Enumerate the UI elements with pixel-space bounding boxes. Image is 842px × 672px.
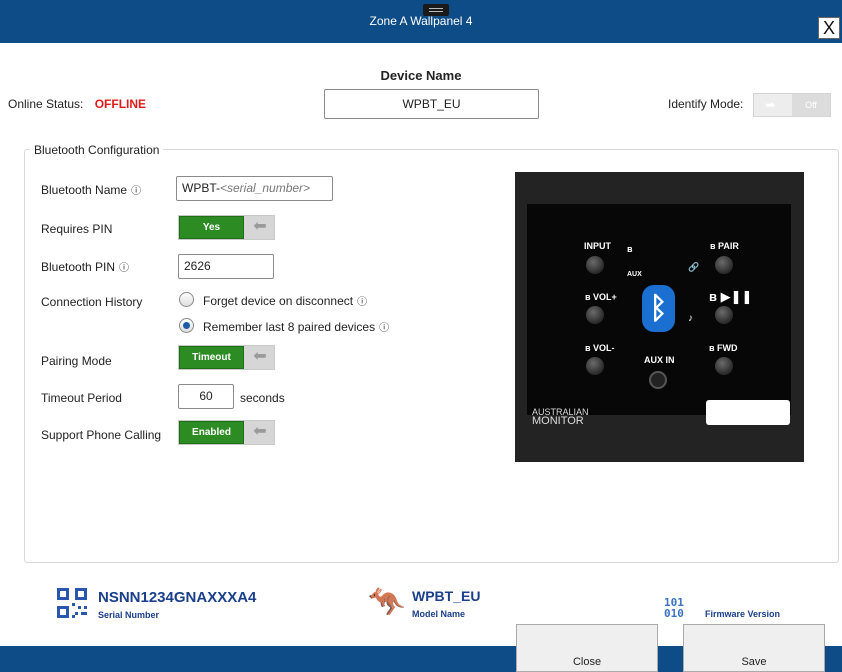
connection-history-label: Connection History (41, 295, 143, 309)
model-name-label: Model Name (412, 609, 466, 619)
save-button[interactable]: Save (683, 624, 825, 672)
remember-devices-label: Remember last 8 paired devices (203, 320, 376, 334)
requires-pin-value: Yes (179, 216, 244, 239)
aux-in-label: AUX IN (644, 355, 675, 365)
timeout-period-field[interactable]: 60 (178, 384, 234, 409)
close-button-label: Close (572, 656, 602, 668)
device-name-input[interactable]: WPBT_EU (324, 89, 539, 119)
bluetooth-name-label-text: Bluetooth Name (41, 183, 128, 197)
firmware-version-label: Firmware Version (705, 609, 781, 619)
input-knob (586, 256, 604, 274)
bluetooth-name-field[interactable]: WPBT-<serial_number> (176, 176, 333, 201)
aux-label: AUX (627, 271, 642, 278)
close-button[interactable]: Close (516, 624, 658, 672)
vol-minus-knob (586, 357, 604, 375)
vol-plus-label-text: VOL+ (593, 292, 617, 302)
play-pause-knob (715, 306, 733, 324)
save-button-label: Save (741, 656, 767, 668)
phone-calling-label: Support Phone Calling (41, 428, 162, 442)
bluetooth-pin-label-text: Bluetooth PIN (41, 260, 116, 274)
phone-calling-toggle[interactable]: Enabled ⬅ (178, 420, 275, 445)
online-status: Online Status: OFFLINE (8, 97, 146, 111)
brand-logo: AUSTRALIAN MONITOR (532, 408, 589, 427)
radio-forget-device[interactable] (179, 292, 194, 307)
device-name-label: Device Name (380, 68, 462, 83)
pairing-mode-label: Pairing Mode (41, 354, 112, 368)
fwd-label: ʙ FWD (709, 343, 738, 353)
pair-label: ʙ PAIR (710, 241, 739, 251)
bluetooth-small-icon: ʙ (627, 244, 633, 254)
music-note-icon: ♪ (688, 313, 693, 324)
online-status-label: Online Status: (8, 97, 84, 111)
bluetooth-name-label: Bluetooth Name ⓘ (41, 182, 141, 197)
timeout-period-label: Timeout Period (41, 391, 122, 405)
binary-icon: 101 010 (664, 596, 684, 620)
identify-toggle-state: Off (792, 94, 830, 116)
label-plate (706, 400, 790, 425)
bluetooth-name-placeholder: <serial_number> (220, 181, 311, 195)
identify-mode-toggle[interactable]: ➡ Off (753, 93, 831, 117)
window-title: Zone A Wallpanel 4 (369, 14, 473, 28)
info-icon[interactable]: ⓘ (379, 323, 389, 334)
radio-remember-devices[interactable] (179, 318, 194, 333)
bluetooth-icon: ᛒ (642, 285, 675, 332)
arrow-left-icon: ⬅ (253, 218, 267, 235)
vol-plus-label: ʙ VOL+ (585, 292, 617, 302)
pair-label-text: PAIR (718, 241, 739, 251)
bluetooth-pin-field[interactable]: 2626 (178, 254, 274, 279)
identify-toggle-knob: ➡ (754, 94, 792, 116)
arrow-right-icon: ➡ (765, 98, 776, 112)
bluetooth-name-prefix: WPBT- (182, 181, 220, 195)
close-window-button[interactable]: X (818, 17, 840, 39)
pairing-mode-toggle[interactable]: Timeout ⬅ (178, 345, 275, 370)
info-icon[interactable]: ⓘ (119, 263, 129, 274)
input-label: INPUT (584, 241, 611, 251)
vol-minus-label-text: VOL- (593, 343, 615, 353)
identify-mode-label: Identify Mode: (668, 97, 744, 111)
serial-number-value: NSNN1234GNAXXXA4 (98, 589, 257, 606)
timeout-unit-label: seconds (240, 391, 285, 405)
brand-line-2: MONITOR (532, 415, 584, 427)
bluetooth-config-title: Bluetooth Configuration (30, 143, 164, 157)
play-pause-icon: ʙ ▶❚❚ (709, 289, 753, 304)
info-icon[interactable]: ⓘ (357, 297, 367, 308)
pairing-mode-value: Timeout (179, 346, 244, 369)
qr-code-icon (57, 588, 87, 618)
serial-number-label: Serial Number (98, 610, 160, 620)
requires-pin-label: Requires PIN (41, 222, 113, 236)
info-icon[interactable]: ⓘ (131, 186, 141, 197)
forget-device-label: Forget device on disconnect (203, 294, 354, 308)
wallpanel-image: INPUT ʙ AUX ʙ PAIR 🔗 ʙ VOL+ ᛒ ʙ ▶❚❚ ♪ ʙ … (515, 172, 804, 462)
vol-plus-knob (586, 306, 604, 324)
kangaroo-icon: 🦘 (368, 586, 406, 619)
model-name-value: WPBT_EU (412, 588, 481, 604)
phone-calling-value: Enabled (179, 421, 244, 444)
arrow-left-icon: ⬅ (253, 348, 267, 365)
online-status-value: OFFLINE (94, 97, 147, 111)
link-icon: 🔗 (688, 262, 700, 272)
remember-devices-option[interactable]: Remember last 8 paired devices ⓘ (203, 319, 389, 334)
title-bar: Zone A Wallpanel 4 (0, 0, 842, 43)
requires-pin-toggle[interactable]: Yes ⬅ (178, 215, 275, 240)
forget-device-option[interactable]: Forget device on disconnect ⓘ (203, 293, 367, 308)
fwd-label-text: FWD (717, 343, 738, 353)
vol-minus-label: ʙ VOL- (585, 343, 615, 353)
bluetooth-pin-label: Bluetooth PIN ⓘ (41, 259, 129, 274)
aux-jack-icon (649, 371, 667, 389)
arrow-left-icon: ⬅ (253, 423, 267, 440)
pair-knob (715, 256, 733, 274)
fwd-knob (715, 357, 733, 375)
